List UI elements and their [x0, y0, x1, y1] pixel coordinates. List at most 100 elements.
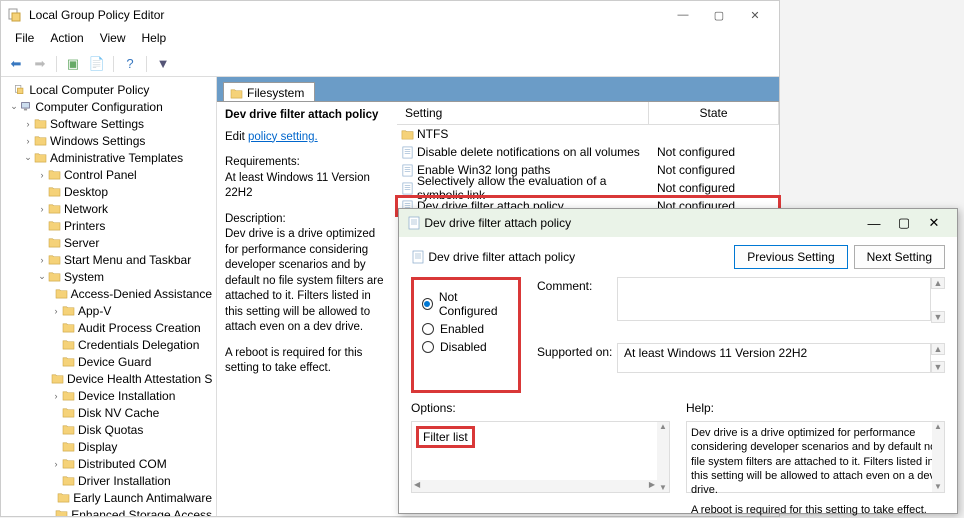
tree-comp-config[interactable]: Computer Configuration	[35, 100, 162, 114]
tree-item[interactable]: Access-Denied Assistance	[71, 287, 212, 301]
folder-icon	[62, 390, 75, 401]
folder-icon	[62, 424, 75, 435]
radio-icon	[422, 341, 434, 353]
menu-help[interactable]: Help	[134, 29, 175, 51]
tree-item[interactable]: App-V	[78, 304, 111, 318]
radio-enabled[interactable]: Enabled	[422, 322, 510, 336]
scrollbar-v[interactable]: ▲▼	[932, 422, 944, 492]
tree-pane[interactable]: Local Computer Policy ⌄ Computer Configu…	[1, 77, 217, 516]
dialog-title: Dev drive filter attach policy	[424, 216, 571, 230]
folder-icon	[48, 186, 61, 197]
menu-file[interactable]: File	[7, 29, 42, 51]
minimize-button[interactable]: —	[665, 1, 701, 29]
tree-item[interactable]: Printers	[64, 219, 105, 233]
supported-field: At least Windows 11 Version 22H2	[617, 343, 931, 373]
folder-icon	[51, 373, 64, 384]
dialog-maximize-button[interactable]: ▢	[889, 211, 919, 235]
forward-button[interactable]: ➡	[29, 53, 51, 75]
scroll-v[interactable]: ▲▼	[931, 277, 945, 323]
tree-item[interactable]: Server	[64, 236, 99, 250]
tool-export-icon[interactable]: 📄	[86, 53, 108, 75]
list-row[interactable]: Disable delete notifications on all volu…	[397, 143, 779, 161]
menu-view[interactable]: View	[92, 29, 134, 51]
col-setting[interactable]: Setting	[397, 102, 649, 124]
radio-icon	[422, 323, 434, 335]
maximize-button[interactable]: ▢	[701, 1, 737, 29]
back-button[interactable]: ⬅	[5, 53, 27, 75]
edit-policy-link[interactable]: policy setting.	[248, 131, 318, 143]
policy-icon	[411, 250, 425, 264]
tool-help-icon[interactable]: ?	[119, 53, 141, 75]
tree-item[interactable]: Credentials Delegation	[78, 338, 199, 352]
list-header: Setting State	[397, 102, 779, 125]
radio-icon	[422, 298, 433, 310]
list-row[interactable]: NTFS	[397, 125, 779, 143]
folder-icon	[34, 118, 47, 129]
folder-icon	[62, 305, 75, 316]
tree-item[interactable]: Disk NV Cache	[78, 406, 159, 420]
tree-root[interactable]: Local Computer Policy	[29, 83, 149, 97]
list-row[interactable]: Selectively allow the evaluation of a sy…	[397, 179, 779, 197]
tree-item[interactable]: Control Panel	[64, 168, 137, 182]
tree-item[interactable]: Disk Quotas	[78, 423, 143, 437]
tree-item[interactable]: Device Health Attestation S	[67, 372, 212, 386]
options-box: Filter list ▲▼ ◀▶	[411, 421, 670, 493]
menubar: File Action View Help	[1, 29, 779, 51]
req-text: At least Windows 11 Version 22H2	[225, 171, 389, 202]
tree-item[interactable]: Early Launch Antimalware	[73, 491, 212, 505]
setting-heading: Dev drive filter attach policy	[225, 108, 389, 124]
folder-icon	[48, 203, 61, 214]
menu-action[interactable]: Action	[42, 29, 91, 51]
scroll-v[interactable]: ▲▼	[931, 343, 945, 373]
tree-item[interactable]: Driver Installation	[78, 474, 171, 488]
tree-item[interactable]: Windows Settings	[50, 134, 145, 148]
folder-icon	[48, 169, 61, 180]
detail-panel: Dev drive filter attach policy Edit poli…	[217, 102, 397, 516]
tree-item[interactable]: Start Menu and Taskbar	[64, 253, 191, 267]
tree-item[interactable]: Desktop	[64, 185, 108, 199]
help-box: Dev drive is a drive optimized for perfo…	[686, 421, 945, 493]
scrollbar-h[interactable]: ◀▶	[412, 480, 657, 492]
folder-icon	[34, 152, 47, 163]
radio-not-configured[interactable]: Not Configured	[422, 290, 510, 318]
desc-text: Dev drive is a drive optimized for perfo…	[225, 227, 389, 336]
tree-item[interactable]: Device Installation	[78, 389, 175, 403]
tree-item[interactable]: Display	[78, 440, 117, 454]
options-label: Options:	[411, 401, 670, 415]
tab-filesystem[interactable]: Filesystem	[223, 82, 315, 102]
titlebar: Local Group Policy Editor — ▢ ✕	[1, 1, 779, 29]
col-state[interactable]: State	[649, 102, 779, 124]
folder-icon	[62, 441, 75, 452]
tool-up-icon[interactable]: ▣	[62, 53, 84, 75]
folder-icon	[34, 135, 47, 146]
supported-label: Supported on:	[537, 343, 617, 373]
dialog-close-button[interactable]: ✕	[919, 211, 949, 235]
folder-icon	[48, 237, 61, 248]
app-icon	[7, 7, 23, 23]
folder-icon	[62, 475, 75, 486]
folder-icon	[230, 88, 243, 99]
policy-icon	[401, 146, 414, 159]
tree-item[interactable]: Enhanced Storage Access	[71, 508, 212, 517]
folder-icon	[55, 509, 68, 516]
tree-item[interactable]: Software Settings	[50, 117, 144, 131]
tab-bar: Filesystem	[217, 77, 779, 101]
previous-setting-button[interactable]: Previous Setting	[734, 245, 847, 269]
policy-icon	[407, 216, 421, 230]
folder-icon	[62, 322, 75, 333]
tree-item[interactable]: Distributed COM	[78, 457, 167, 471]
close-button[interactable]: ✕	[737, 1, 773, 29]
next-setting-button[interactable]: Next Setting	[854, 245, 945, 269]
tree-item[interactable]: Device Guard	[78, 355, 151, 369]
dialog-minimize-button[interactable]: —	[859, 211, 889, 235]
tree-item[interactable]: Administrative Templates	[50, 151, 183, 165]
radio-disabled[interactable]: Disabled	[422, 340, 510, 354]
tree-item[interactable]: System	[64, 270, 104, 284]
comment-field[interactable]	[617, 277, 931, 321]
radio-group: Not Configured Enabled Disabled	[411, 277, 521, 393]
tool-filter-icon[interactable]: ▼	[152, 53, 174, 75]
scrollbar-v[interactable]: ▲▼	[657, 422, 669, 492]
tree-item[interactable]: Network	[64, 202, 108, 216]
folder-icon	[62, 339, 75, 350]
tree-item[interactable]: Audit Process Creation	[78, 321, 201, 335]
